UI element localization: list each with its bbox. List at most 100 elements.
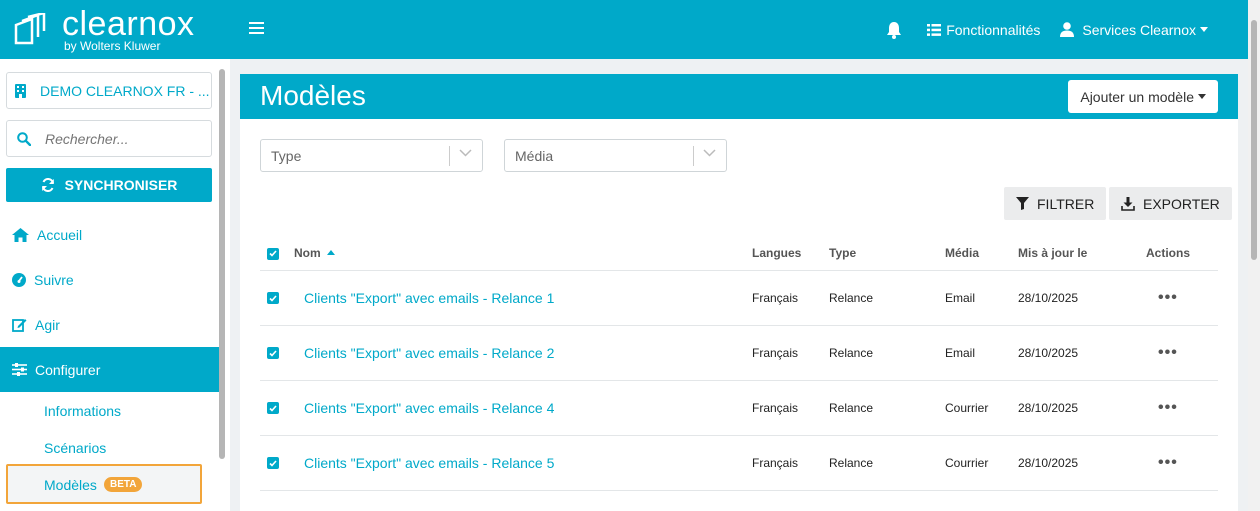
search-box[interactable] — [6, 120, 212, 157]
page-title: Modèles — [260, 80, 366, 111]
model-updated: 28/10/2025 — [1018, 435, 1146, 491]
column-label: Nom — [294, 246, 321, 261]
model-name-link[interactable]: Clients "Export" avec emails - Relance 1 — [294, 270, 752, 326]
model-type: Relance — [829, 325, 945, 381]
nav-label: Agir — [35, 316, 60, 333]
table-row[interactable]: Clients "Export" avec emails - Relance 2… — [260, 325, 1218, 381]
export-button[interactable]: EXPORTER — [1109, 187, 1232, 220]
organization-label: DEMO CLEARNOX FR - ... — [40, 82, 210, 99]
nav-item-accueil[interactable]: Accueil — [0, 212, 219, 257]
nav-label: Accueil — [37, 226, 83, 243]
model-updated: 28/10/2025 — [1018, 270, 1146, 326]
media-filter-select[interactable]: Média — [504, 139, 727, 172]
actions-cell: ••• — [1146, 325, 1218, 381]
column-header-media[interactable]: Média — [945, 237, 1018, 271]
search-input[interactable] — [45, 130, 195, 147]
model-media: Courrier — [945, 435, 1018, 491]
model-media: Email — [945, 325, 1018, 381]
user-menu[interactable]: Services Clearnox — [1060, 22, 1208, 38]
page-scrollbar[interactable] — [1248, 0, 1260, 511]
sidebar-scrollbar-thumb[interactable] — [219, 69, 225, 459]
nav-item-suivre[interactable]: Suivre — [0, 257, 219, 302]
model-type: Relance — [829, 270, 945, 326]
model-name-link[interactable]: Clients "Export" avec emails - Relance 4 — [294, 380, 752, 436]
row-checkbox[interactable] — [267, 457, 279, 469]
edit-icon — [12, 319, 27, 332]
sub-item-modeles[interactable]: Modèles BETA — [6, 464, 202, 504]
table-row[interactable]: Clients "Export" avec emails - Relance 5… — [260, 435, 1218, 491]
table-row[interactable]: Clients "Export" avec emails - Relance 4… — [260, 380, 1218, 436]
row-checkbox[interactable] — [267, 402, 279, 414]
features-label: Fonctionnalités — [946, 21, 1041, 38]
download-icon — [1121, 196, 1135, 211]
organization-selector[interactable]: DEMO CLEARNOX FR - ... — [6, 72, 212, 109]
sync-icon — [41, 178, 54, 192]
chevron-down-icon — [1200, 27, 1208, 32]
filter-button[interactable]: FILTRER — [1004, 187, 1107, 220]
clearnox-logo-icon — [14, 12, 46, 44]
export-label: EXPORTER — [1143, 195, 1220, 212]
add-model-label: Ajouter un modèle — [1080, 88, 1194, 105]
models-table: Nom Langues Type Média Mis à jour le Act… — [260, 237, 1218, 491]
more-actions-icon[interactable]: ••• — [1158, 344, 1178, 361]
check-icon — [269, 459, 277, 467]
column-header-nom[interactable]: Nom — [294, 237, 752, 271]
row-select-cell — [260, 435, 294, 491]
actions-cell: ••• — [1146, 270, 1218, 326]
column-header-langues[interactable]: Langues — [752, 237, 829, 271]
more-actions-icon[interactable]: ••• — [1158, 399, 1178, 416]
model-language: Français — [752, 435, 829, 491]
nav-item-agir[interactable]: Agir — [0, 302, 219, 347]
model-type: Relance — [829, 380, 945, 436]
add-model-button[interactable]: Ajouter un modèle — [1068, 80, 1218, 113]
sliders-icon — [12, 363, 27, 376]
sub-item-scenarios[interactable]: Scénarios — [44, 440, 106, 456]
nav-item-configurer[interactable]: Configurer — [0, 347, 219, 392]
sidebar-scrollbar[interactable] — [219, 69, 227, 459]
sub-item-label: Modèles — [44, 477, 97, 493]
user-icon — [1060, 22, 1075, 37]
menu-toggle-icon[interactable] — [249, 22, 264, 36]
row-select-cell — [260, 380, 294, 436]
select-separator — [449, 146, 450, 166]
table-row[interactable]: Clients "Export" avec emails - Relance 1… — [260, 270, 1218, 326]
row-checkbox[interactable] — [267, 292, 279, 304]
model-name-link[interactable]: Clients "Export" avec emails - Relance 2 — [294, 325, 752, 381]
sub-item-informations[interactable]: Informations — [44, 403, 121, 419]
model-name-link[interactable]: Clients "Export" avec emails - Relance 5 — [294, 435, 752, 491]
select-all-checkbox[interactable] — [267, 247, 279, 260]
model-updated: 28/10/2025 — [1018, 325, 1146, 381]
sidebar: DEMO CLEARNOX FR - ... SYNCHRONISER Accu… — [0, 59, 230, 511]
logo[interactable]: clearnox by Wolters Kluwer — [12, 7, 195, 52]
top-bar: clearnox by Wolters Kluwer Fonctionnalit… — [0, 0, 1248, 59]
check-icon — [269, 250, 277, 257]
model-type: Relance — [829, 435, 945, 491]
actions-cell: ••• — [1146, 380, 1218, 436]
model-language: Français — [752, 380, 829, 436]
more-actions-icon[interactable]: ••• — [1158, 454, 1178, 471]
nav-label: Configurer — [35, 361, 101, 378]
gauge-icon — [12, 272, 26, 287]
type-filter-select[interactable]: Type — [260, 139, 483, 172]
model-media: Email — [945, 270, 1018, 326]
model-media: Courrier — [945, 380, 1018, 436]
chevron-down-icon — [703, 149, 716, 157]
check-icon — [269, 294, 277, 302]
synchronize-button[interactable]: SYNCHRONISER — [6, 168, 212, 202]
features-menu[interactable]: Fonctionnalités — [927, 22, 1040, 38]
row-checkbox[interactable] — [267, 347, 279, 359]
more-actions-icon[interactable]: ••• — [1158, 289, 1178, 306]
chevron-down-icon — [459, 149, 472, 157]
bell-icon[interactable] — [885, 21, 903, 39]
column-header-type[interactable]: Type — [829, 237, 945, 271]
type-filter-placeholder: Type — [271, 147, 302, 164]
chevron-down-icon — [1198, 94, 1206, 99]
table-header-row: Nom Langues Type Média Mis à jour le Act… — [260, 237, 1218, 271]
model-language: Français — [752, 325, 829, 381]
row-select-cell — [260, 325, 294, 381]
check-icon — [269, 404, 277, 412]
column-header-updated[interactable]: Mis à jour le — [1018, 237, 1146, 271]
user-label: Services Clearnox — [1082, 21, 1196, 38]
page-scrollbar-thumb[interactable] — [1251, 20, 1257, 260]
row-select-cell — [260, 270, 294, 326]
